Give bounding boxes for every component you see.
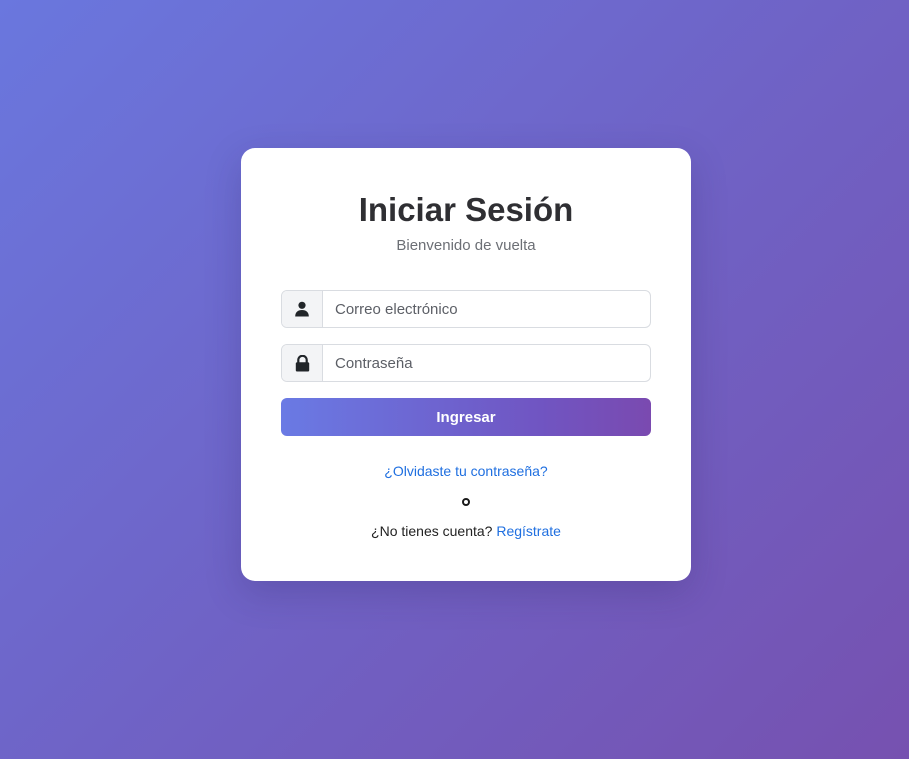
lock-icon <box>282 345 323 381</box>
forgot-password-row: ¿Olvidaste tu contraseña? <box>241 462 691 480</box>
login-card: Iniciar Sesión Bienvenido de vuelta Ingr… <box>241 148 691 581</box>
user-icon <box>282 291 323 327</box>
divider-dot <box>462 498 470 506</box>
password-field[interactable] <box>323 345 650 381</box>
page-title: Iniciar Sesión <box>358 191 574 228</box>
page-subtitle: Bienvenido de vuelta <box>396 237 536 254</box>
email-field[interactable] <box>323 291 650 327</box>
forgot-password-link[interactable]: ¿Olvidaste tu contraseña? <box>384 463 547 479</box>
email-input-group <box>281 290 651 328</box>
signup-link[interactable]: Regístrate <box>496 523 561 539</box>
signup-row: ¿No tienes cuenta? Regístrate <box>241 522 691 540</box>
signup-prompt: ¿No tienes cuenta? <box>371 523 493 539</box>
login-button[interactable]: Ingresar <box>281 398 651 436</box>
password-input-group <box>281 344 651 382</box>
